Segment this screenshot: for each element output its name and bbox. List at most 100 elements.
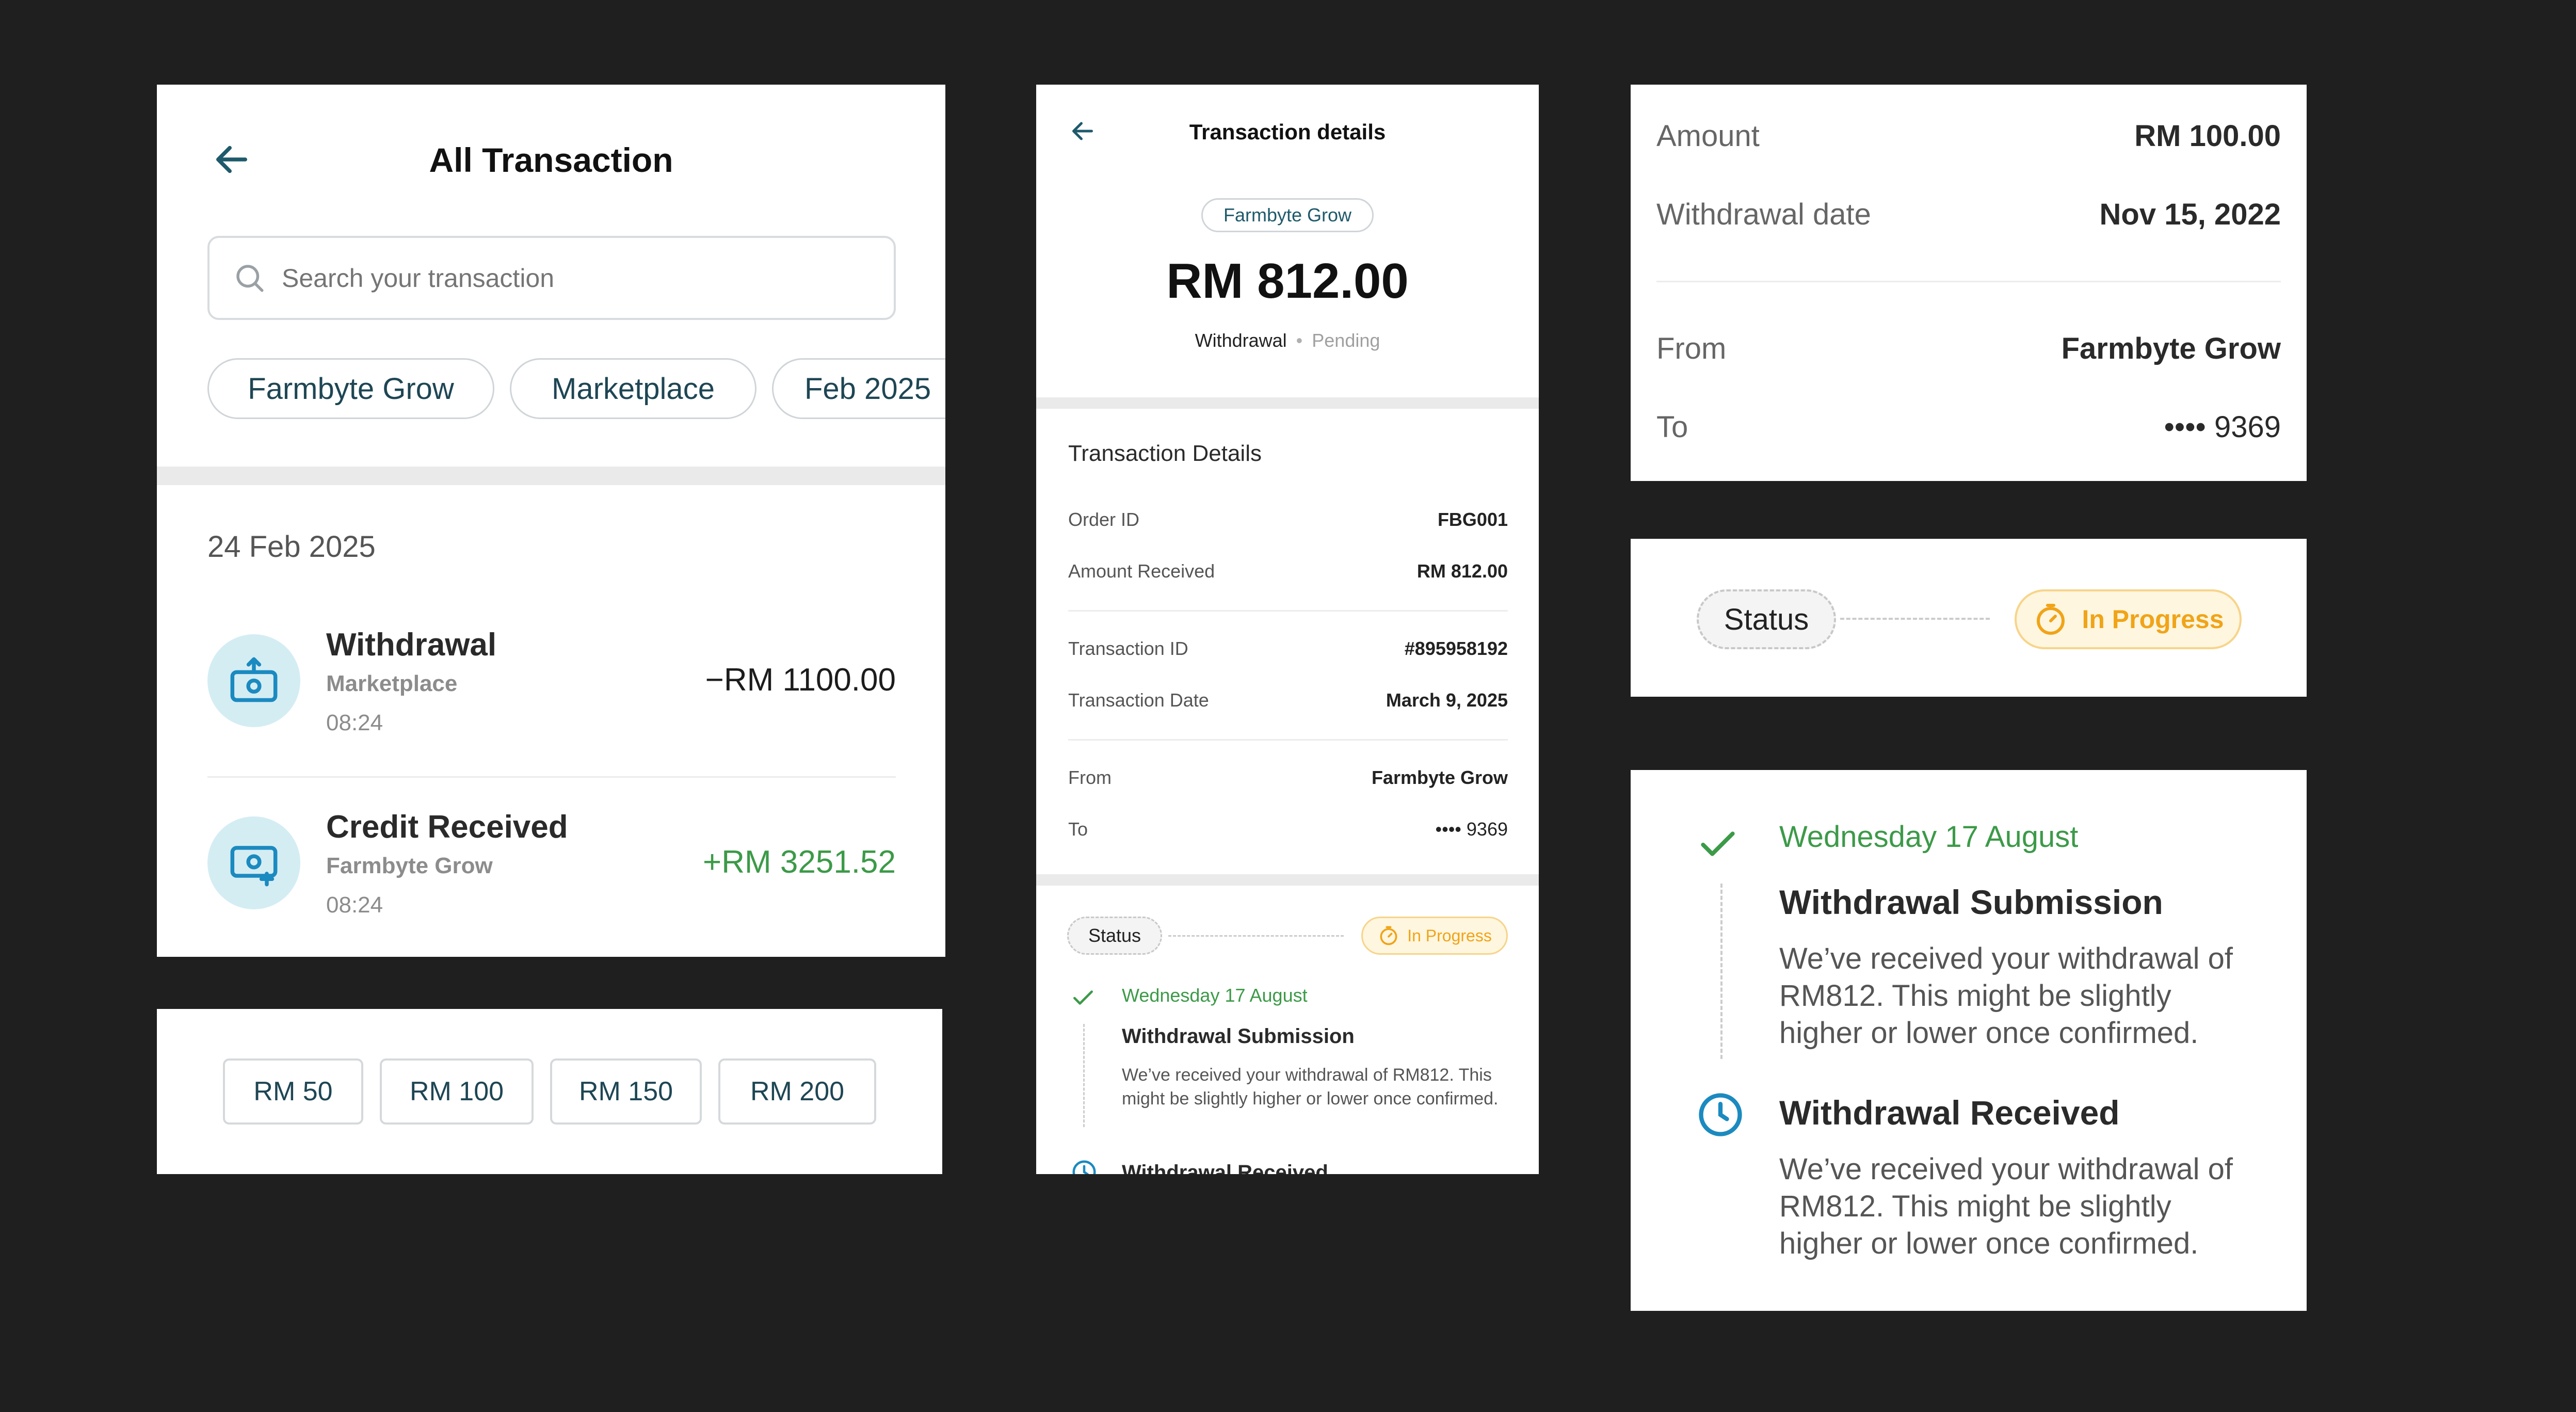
transaction-source: Farmbyte Grow	[326, 853, 493, 878]
status-badge: In Progress	[1361, 917, 1508, 955]
status-badge: In Progress	[2015, 589, 2242, 649]
summary-row-withdrawal-date: Withdrawal date Nov 15, 2022	[1656, 197, 2281, 232]
timer-icon	[1380, 926, 1397, 945]
status-badge-label: In Progress	[2082, 605, 2224, 634]
row-divider	[1068, 739, 1508, 741]
quick-amount-card: RM 50 RM 100 RM 150 RM 200	[157, 1009, 942, 1174]
transaction-row[interactable]: Withdrawal Marketplace 08:24 −RM 1100.00	[207, 627, 896, 781]
transaction-amount: +RM 3251.52	[703, 844, 896, 880]
row-divider	[207, 776, 896, 778]
timeline-step-desc: We’ve received your withdrawal of RM812.…	[1122, 1065, 1499, 1109]
detail-row-transaction-date: Transaction Date March 9, 2025	[1068, 689, 1508, 711]
page-title: All Transaction	[429, 141, 673, 179]
timeline-step-title: Withdrawal Submission	[1779, 883, 2163, 921]
detail-label: Amount Received	[1068, 560, 1215, 582]
detail-label: Transaction ID	[1068, 638, 1188, 659]
timeline-date: Wednesday 17 August	[1122, 985, 1308, 1006]
amount-option-label: RM 100	[409, 1077, 504, 1106]
status-chip-label: Status	[1724, 602, 1809, 636]
transaction-details-card: Transaction details Farmbyte Grow RM 812…	[1036, 85, 1539, 1174]
detail-row-amount-received: Amount Received RM 812.00	[1068, 560, 1508, 582]
detail-value: March 9, 2025	[1386, 689, 1508, 711]
merchant-badge: Farmbyte Grow	[1201, 198, 1374, 232]
detail-value: •••• 9369	[1435, 819, 1508, 840]
status-card: Status In Progress	[1631, 539, 2307, 697]
row-divider	[1656, 281, 2281, 282]
section-title: Transaction Details	[1068, 441, 1262, 466]
timeline-line	[1720, 884, 1722, 1059]
amount-option-label: RM 200	[750, 1077, 845, 1106]
timer-icon	[2037, 604, 2065, 635]
timeline-date: Wednesday 17 August	[1779, 820, 2079, 854]
summary-value: •••• 9369	[2164, 410, 2281, 444]
search-input[interactable]	[282, 259, 875, 298]
amount-option-100[interactable]: RM 100	[380, 1058, 534, 1125]
timeline-step-desc: We’ve received your withdrawal of RM812.…	[1779, 942, 2233, 1050]
details-separator: •	[1296, 330, 1303, 351]
status-badge-label: In Progress	[1407, 926, 1492, 945]
detail-label: Order ID	[1068, 509, 1140, 530]
timeline-step-title: Withdrawal Received	[1779, 1094, 2120, 1132]
section-divider	[1036, 874, 1539, 886]
status-connector	[1840, 618, 1990, 620]
detail-row-order-id: Order ID FBG001	[1068, 509, 1508, 531]
details-amount: RM 812.00	[1166, 253, 1409, 309]
details-subtitle: Withdrawal • Pending	[1036, 330, 1539, 351]
check-icon	[1073, 990, 1093, 1005]
summary-row-from: From Farmbyte Grow	[1656, 331, 2281, 366]
section-divider	[157, 467, 945, 485]
transaction-row[interactable]: Credit Received Farmbyte Grow 08:24 +RM …	[207, 809, 896, 957]
summary-label: Amount	[1656, 119, 1760, 153]
status-chip: Status	[1067, 917, 1162, 955]
timeline-step-title: Withdrawal Submission	[1122, 1025, 1355, 1048]
filter-chip-marketplace[interactable]: Marketplace	[510, 358, 756, 419]
filter-chip-farmbyte-grow[interactable]: Farmbyte Grow	[207, 358, 494, 419]
detail-value: #895958192	[1404, 638, 1508, 659]
filter-chip-feb-2025[interactable]: Feb 2025	[772, 358, 945, 419]
detail-value: FBG001	[1437, 509, 1508, 530]
amount-option-200[interactable]: RM 200	[718, 1058, 876, 1125]
summary-value: RM 100.00	[2134, 119, 2281, 153]
merchant-badge-label: Farmbyte Grow	[1223, 204, 1352, 226]
status-chip: Status	[1697, 589, 1836, 649]
filter-chip-label: Feb 2025	[804, 372, 931, 406]
amount-option-150[interactable]: RM 150	[550, 1058, 702, 1125]
transaction-source: Marketplace	[326, 671, 458, 696]
clock-icon	[1699, 1093, 1742, 1136]
amount-option-label: RM 50	[253, 1077, 333, 1106]
summary-row-to: To •••• 9369	[1656, 410, 2281, 444]
summary-label: To	[1656, 410, 1688, 444]
filter-chip-label: Farmbyte Grow	[248, 372, 454, 406]
money-out-icon	[207, 634, 300, 727]
row-divider	[1068, 610, 1508, 612]
details-header-title: Transaction details	[1189, 120, 1386, 144]
summary-value: Nov 15, 2022	[2099, 198, 2281, 231]
detail-label: From	[1068, 767, 1112, 788]
detail-row-to: To •••• 9369	[1068, 819, 1508, 840]
detail-value: Farmbyte Grow	[1371, 767, 1508, 788]
timeline-card: Wednesday 17 August Withdrawal Submissio…	[1631, 770, 2307, 1311]
transaction-time: 08:24	[326, 892, 383, 918]
timeline-line	[1083, 1024, 1085, 1127]
check-icon	[1701, 831, 1735, 856]
amount-option-50[interactable]: RM 50	[223, 1058, 363, 1125]
search-icon	[236, 265, 264, 292]
summary-value: Farmbyte Grow	[2061, 332, 2281, 365]
all-transaction-card: All Transaction Farmbyte Grow Marketplac…	[157, 85, 945, 957]
detail-label: To	[1068, 819, 1088, 840]
section-divider	[1036, 397, 1539, 409]
status-connector	[1168, 935, 1344, 937]
summary-label: From	[1656, 332, 1727, 365]
transaction-title: Withdrawal	[326, 627, 497, 663]
details-type: Withdrawal	[1195, 330, 1287, 351]
summary-row-amount: Amount RM 100.00	[1656, 119, 2281, 153]
status-chip-label: Status	[1088, 925, 1141, 946]
timeline-step-desc: We’ve received your withdrawal of RM812.…	[1779, 1152, 2233, 1260]
detail-value: RM 812.00	[1416, 560, 1508, 582]
transaction-title: Credit Received	[326, 809, 568, 845]
search-bar[interactable]	[207, 236, 896, 320]
withdrawal-summary-card: Amount RM 100.00 Withdrawal date Nov 15,…	[1631, 85, 2307, 481]
summary-label: Withdrawal date	[1656, 198, 1871, 231]
transaction-amount: −RM 1100.00	[705, 662, 896, 698]
money-in-icon	[207, 816, 300, 909]
